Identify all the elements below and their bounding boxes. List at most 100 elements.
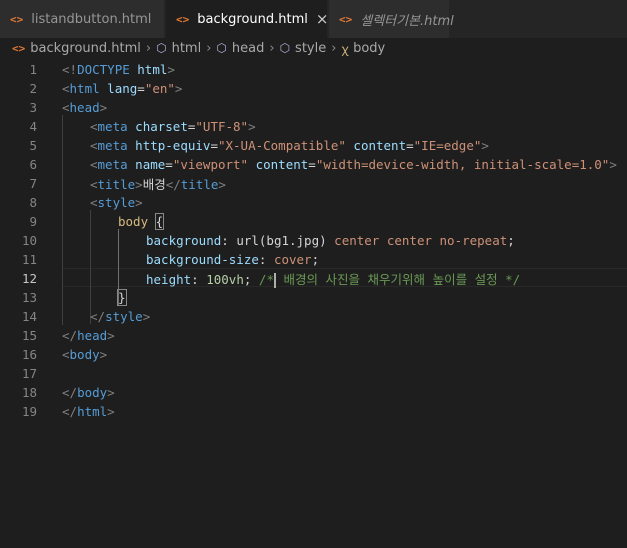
breadcrumb-item-head[interactable]: ⬡ head [216,41,264,56]
breadcrumb-item-body[interactable]: ꭓ body [341,40,385,57]
breadcrumb-item-html[interactable]: ⬡ html [156,41,201,56]
token: > [142,309,151,324]
token: "UTF-8" [195,119,249,134]
token: ; [243,272,259,287]
token: background [146,233,222,248]
token: : [258,252,274,267]
token: > [107,385,115,400]
code-line: <style> [0,193,627,212]
breadcrumb-item-style[interactable]: ⬡ style [280,41,327,56]
token: <! [62,62,78,77]
token: = [137,81,145,96]
token: DOCTYPE [77,62,130,77]
token: > [167,62,175,77]
code-line: <meta name="viewport" content="width=dev… [0,155,627,174]
code-line: </body> [0,383,627,402]
token: html [77,404,108,419]
breadcrumb-file-label: background.html [30,40,141,56]
chevron-right-icon: › [269,40,275,56]
selector-icon: ꭓ [341,41,349,56]
code-line: </html> [0,402,627,421]
token: html [129,62,168,77]
token: body [118,214,156,229]
token: http-equiv [127,138,211,153]
token: < [62,81,70,96]
bracket-match: { [154,213,165,230]
token: > [609,157,617,172]
html-file-icon: <> [12,41,26,55]
token: charset [127,119,188,134]
token: < [62,347,70,362]
token: = [308,157,316,172]
token: style [97,195,136,210]
code-line: } [0,288,627,307]
html-file-icon: <> [176,12,190,26]
token: title [97,177,136,192]
token: = [406,138,414,153]
token: content [248,157,309,172]
token: = [165,157,173,172]
line-number: 17 [21,366,37,381]
element-icon: ⬡ [279,41,291,55]
tab-label: 셀렉터기본.html [360,13,454,29]
tab-listandbutton[interactable]: <> listandbutton.html [0,0,165,38]
token: cover [273,252,312,267]
token: < [62,100,70,115]
token: > [248,119,256,134]
token: lang [99,81,138,96]
code-line: </style> [0,307,627,326]
token: "viewport" [172,157,249,172]
tab-bar: <> listandbutton.html <> background.html… [0,0,627,38]
token: < [90,119,98,134]
token: center center no-repeat [326,233,508,248]
breadcrumb-label: body [353,40,386,56]
code-line: <meta http-equiv="X-UA-Compatible" conte… [0,136,627,155]
token: > [174,81,183,96]
token: > [135,195,143,210]
chevron-right-icon: › [145,40,152,56]
tab-background[interactable]: <> background.html × [166,0,328,38]
token: "width=device-width, initial-scale=1.0" [315,157,610,172]
token: content [345,138,407,153]
code-line: <meta charset="UTF-8"> [0,117,627,136]
token: head [69,100,100,115]
token: body [77,385,108,400]
token: style [105,309,143,324]
element-icon: ⬡ [156,41,167,55]
chevron-right-icon: › [331,40,337,56]
code-line: <body> [0,345,627,364]
breadcrumb-label: head [231,40,265,56]
token: > [99,347,108,362]
code-line: </head> [0,326,627,345]
code-line: background-size: cover; [0,250,627,269]
close-icon[interactable]: × [316,10,329,28]
code-line: <html lang="en"> [0,79,627,98]
token: html [69,81,100,96]
token: meta [97,157,128,172]
token: > [107,328,115,343]
code-line: <title>배경</title> [0,174,627,193]
token: </ [62,404,78,419]
token: > [135,177,143,192]
bracket-match: } [117,289,127,306]
token: > [99,100,108,115]
token: body [69,347,100,362]
token: "en" [144,81,175,96]
html-file-icon: <> [339,12,353,26]
token: 배경 [142,177,166,192]
token: < [90,177,98,192]
token: : [221,233,237,248]
token: < [90,138,98,153]
token: meta [97,119,128,134]
token: "X-UA-Compatible" [217,138,346,153]
token: < [90,157,98,172]
chevron-right-icon: › [206,40,212,56]
token: "IE=edge" [413,138,482,153]
tab-selector-basic[interactable]: <> 셀렉터기본.html [329,0,454,38]
token: background-size [146,252,259,267]
token: ; [311,252,320,267]
token: head [77,328,108,343]
code-editor[interactable]: 1 2 3 4 5 6 7 8 9 10 11 12 13 14 15 16 1… [0,58,627,548]
code-line: background: url(bg1.jpg) center center n… [0,231,627,250]
breadcrumb-file[interactable]: <> background.html [12,41,141,56]
